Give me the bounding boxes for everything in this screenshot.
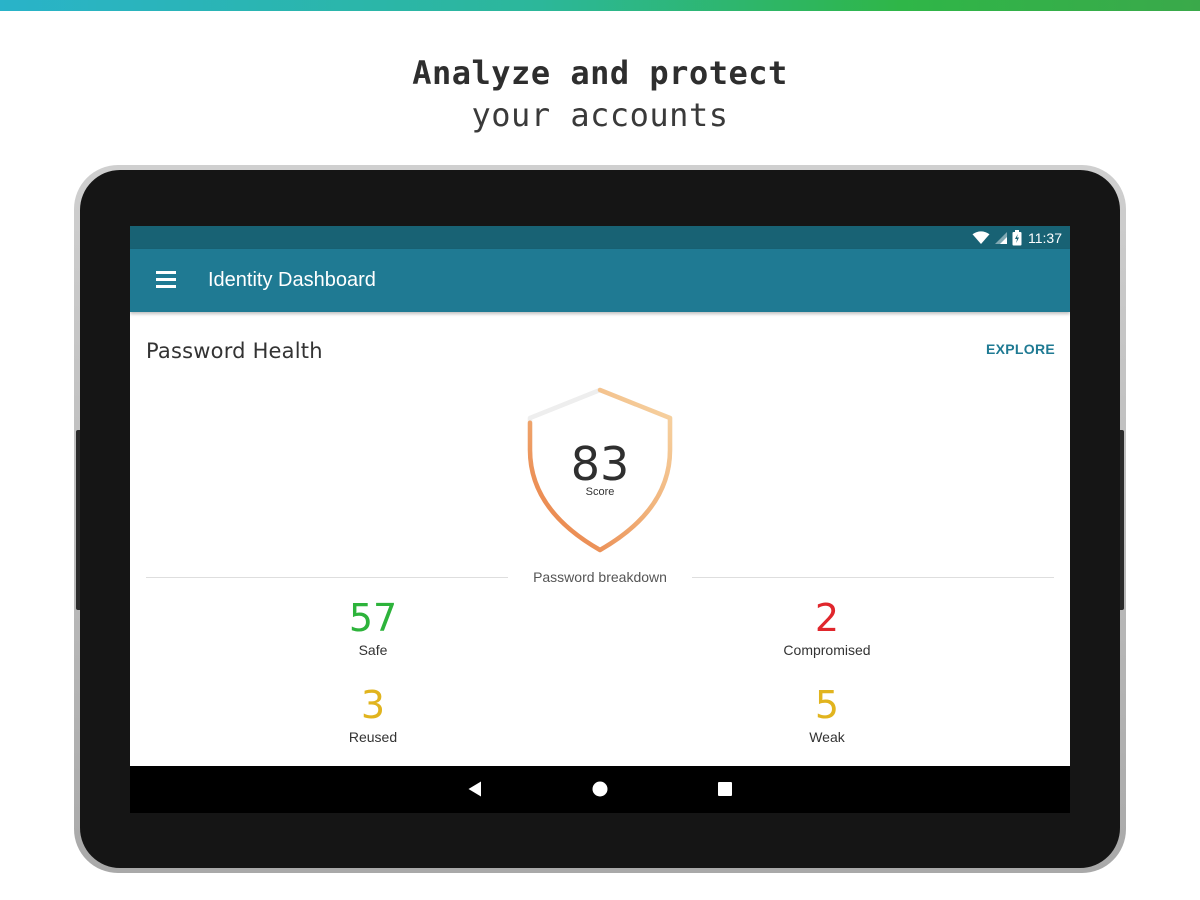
promo-headline: Analyze and protect your accounts — [0, 52, 1200, 136]
status-bar-right: 11:37 — [972, 226, 1062, 249]
top-gradient-band — [0, 0, 1200, 11]
stat-safe-value: 57 — [348, 596, 398, 640]
score-shield: 83 Score — [527, 385, 673, 555]
status-bar: 11:37 — [130, 226, 1070, 249]
stat-weak[interactable]: 5 Weak — [727, 683, 927, 745]
home-icon[interactable] — [591, 780, 609, 798]
cell-signal-icon — [995, 231, 1007, 244]
battery-charging-icon — [1012, 229, 1022, 245]
device-screen: 11:37 Identity Dashboard Password Health… — [130, 226, 1070, 813]
promo-line-1: Analyze and protect — [412, 54, 788, 92]
hamburger-menu-icon[interactable] — [156, 271, 176, 289]
stat-compromised[interactable]: 2 Compromised — [727, 596, 927, 658]
stat-reused-label: Reused — [348, 729, 398, 745]
breakdown-divider: Password breakdown — [146, 566, 1054, 588]
back-icon[interactable] — [467, 780, 483, 798]
status-time: 11:37 — [1028, 229, 1062, 246]
stat-weak-label: Weak — [809, 729, 845, 745]
score-label: Score — [585, 486, 615, 498]
recents-icon[interactable] — [717, 781, 733, 797]
stat-compromised-label: Compromised — [783, 642, 871, 658]
score-value: 83 — [570, 437, 630, 491]
stat-reused-value: 3 — [360, 683, 386, 727]
navigation-bar — [130, 766, 1070, 813]
explore-button[interactable]: EXPLORE — [986, 341, 1055, 357]
stat-safe[interactable]: 57 Safe — [273, 596, 473, 658]
stat-weak-value: 5 — [814, 683, 840, 727]
stat-safe-label: Safe — [358, 642, 388, 658]
app-bar: Identity Dashboard — [130, 249, 1070, 312]
breakdown-label: Password breakdown — [533, 569, 667, 585]
stat-compromised-value: 2 — [814, 596, 840, 640]
card-title: Password Health — [146, 339, 323, 363]
stat-reused[interactable]: 3 Reused — [273, 683, 473, 745]
promo-line-2: your accounts — [471, 96, 729, 134]
app-title: Identity Dashboard — [208, 269, 376, 291]
wifi-icon — [972, 230, 990, 244]
password-health-card: Password Health EXPLORE 83 Score Passwor… — [130, 312, 1070, 766]
